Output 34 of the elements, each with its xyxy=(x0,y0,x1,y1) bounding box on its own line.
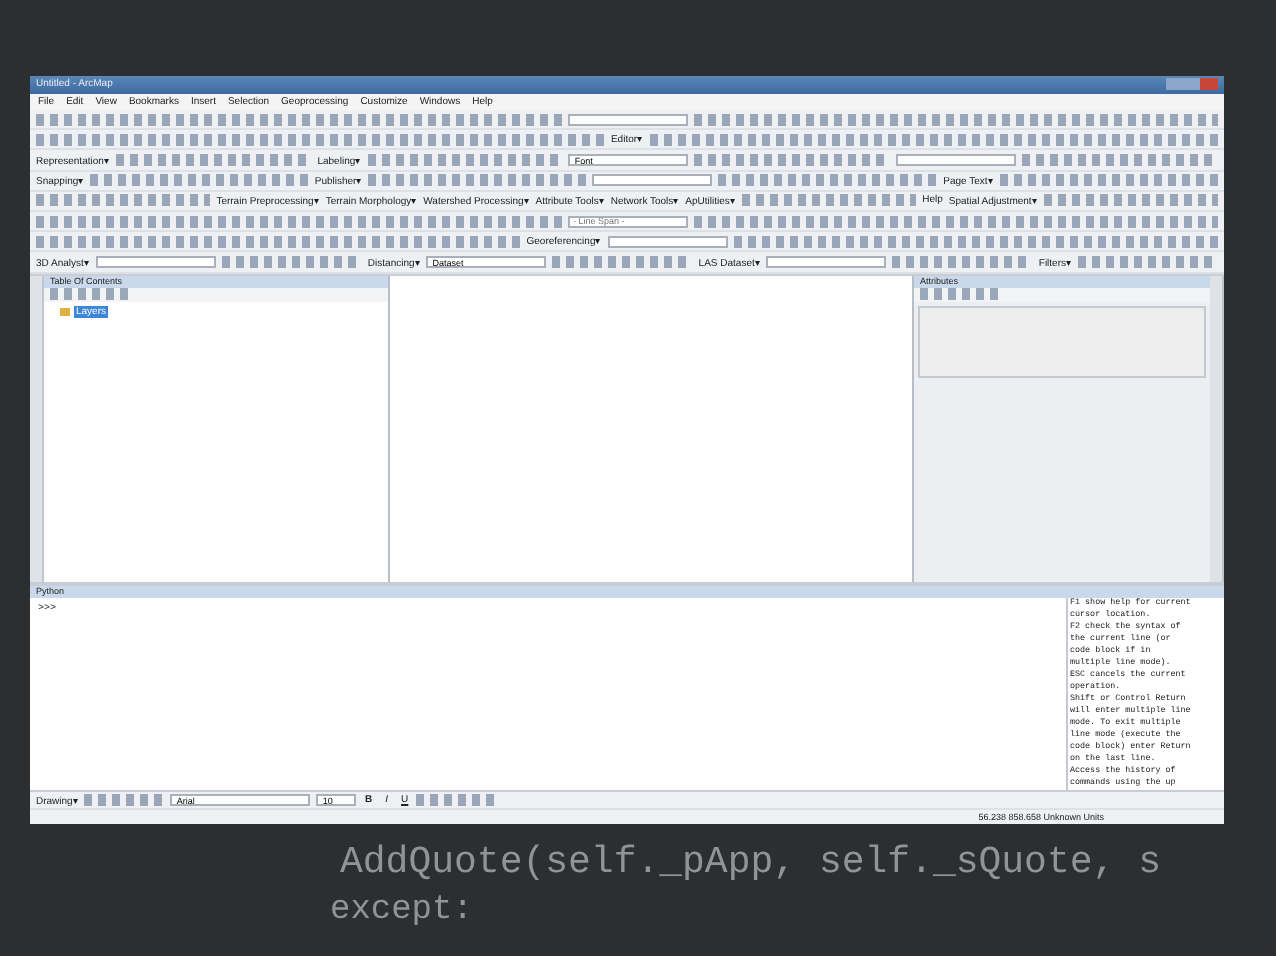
toolbar-icons-drawing[interactable] xyxy=(733,235,1218,248)
folder-icon xyxy=(60,307,70,316)
toolbar-icons-drawing[interactable] xyxy=(36,113,561,126)
toolbar-icons-drawing[interactable] xyxy=(50,288,130,301)
combo-field[interactable] xyxy=(567,113,687,126)
toolbar-icons-drawing[interactable] xyxy=(36,215,561,228)
toolbar-icons-drawing[interactable] xyxy=(1043,194,1218,207)
toolbar-icons-drawing[interactable] xyxy=(84,794,165,807)
toolbar-icons-drawing[interactable] xyxy=(718,174,938,187)
toolbar-icons-drawing[interactable] xyxy=(367,154,563,167)
toolbar-icons-drawing[interactable] xyxy=(115,154,312,167)
toolbar-icons-drawing[interactable] xyxy=(649,133,1218,146)
toolbar-icons-drawing[interactable] xyxy=(741,194,917,207)
combo-field[interactable] xyxy=(896,154,1017,167)
side-tab-strip[interactable] xyxy=(1210,275,1224,582)
code-line: except: xyxy=(330,892,475,930)
window-controls-icon[interactable] xyxy=(1166,78,1218,91)
code-line: AddQuote(self._pApp, self._sQuote, s xyxy=(340,840,1163,884)
combo-field[interactable] xyxy=(95,256,216,269)
toolbar-icons-drawing[interactable] xyxy=(693,215,1218,228)
toolbar-icons-drawing[interactable] xyxy=(368,174,587,187)
toolbar-icons-drawing[interactable] xyxy=(36,194,211,207)
combo-field[interactable] xyxy=(607,235,728,248)
toolbar-icons-drawing[interactable] xyxy=(36,133,605,146)
combo-field[interactable] xyxy=(766,256,887,269)
toolbar-icons-drawing[interactable] xyxy=(693,113,1218,126)
toolbar-icons-drawing[interactable] xyxy=(221,256,362,269)
toolbar-icons-drawing[interactable] xyxy=(416,794,497,807)
side-tab-strip[interactable] xyxy=(30,275,44,582)
toolbar-icons-drawing[interactable] xyxy=(999,174,1219,187)
combo-field[interactable] xyxy=(592,174,713,187)
toolbar-icons-drawing[interactable] xyxy=(920,288,1000,301)
toolbar-icons-drawing[interactable] xyxy=(36,235,521,248)
toolbar-icons-drawing[interactable] xyxy=(90,174,309,187)
